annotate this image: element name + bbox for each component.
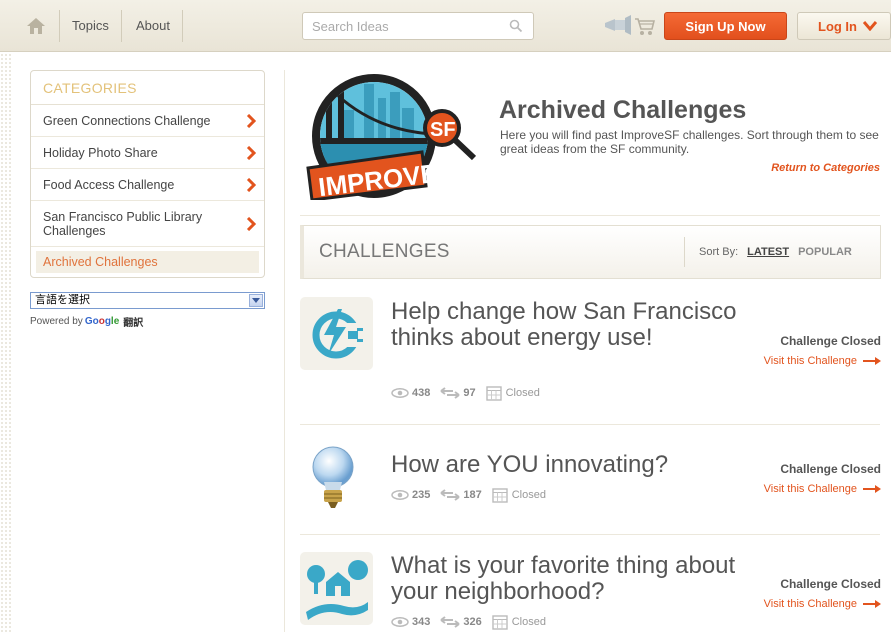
categories-title: CATEGORIES xyxy=(31,71,264,105)
calendar-icon xyxy=(485,386,502,401)
challenge-stats: 438 97 Closed xyxy=(391,385,540,401)
challenge-item: Help change how San Francisco thinks abo… xyxy=(300,297,881,417)
challenge-item: How are YOU innovating? 235 187 Closed C… xyxy=(300,440,881,520)
challenge-status: Challenge Closed xyxy=(780,462,881,476)
logo-badge: SF xyxy=(430,119,456,141)
dropdown-arrow-icon xyxy=(249,294,263,307)
challenge-title[interactable]: What is your favorite thing about your n… xyxy=(391,553,741,605)
search-icon[interactable] xyxy=(509,19,523,33)
chevron-right-icon xyxy=(246,113,256,128)
search-input[interactable] xyxy=(303,13,503,39)
language-select[interactable]: 言語を選択 xyxy=(30,292,265,309)
log-in-label: Log In xyxy=(818,18,857,34)
top-navigation-bar: Topics About Sign Up Now Log In xyxy=(0,0,891,52)
challenge-status: Challenge Closed xyxy=(780,334,881,348)
sidebar-item-label: Holiday Photo Share xyxy=(43,145,158,160)
visit-challenge-link[interactable]: Visit this Challenge xyxy=(764,483,881,495)
column-divider xyxy=(284,70,285,632)
challenges-header-bar: CHALLENGES Sort By: LATEST POPULAR xyxy=(300,225,881,279)
calendar-icon xyxy=(492,615,508,630)
calendar-icon xyxy=(492,488,508,503)
challenge-status: Challenge Closed xyxy=(780,577,881,591)
sort-controls: Sort By: LATEST POPULAR xyxy=(684,237,852,267)
return-to-categories-link[interactable]: Return to Categories xyxy=(771,162,880,174)
megaphone-cart-icon[interactable] xyxy=(603,14,655,38)
categories-panel: CATEGORIES Green Connections Challenge H… xyxy=(30,70,265,278)
powered-by-google-translate: Powered by Google 翻訳 xyxy=(30,314,143,329)
sort-by-label: Sort By: xyxy=(699,246,739,258)
share-count: 326 xyxy=(463,616,482,628)
arrow-right-icon xyxy=(863,357,881,365)
sidebar-item-label: Archived Challenges xyxy=(43,255,158,269)
sidebar-item-label: San Francisco Public Library Challenges xyxy=(43,209,203,238)
date-status: Closed xyxy=(511,616,546,628)
sidebar-item-holiday-photo[interactable]: Holiday Photo Share xyxy=(31,137,264,169)
chevron-right-icon xyxy=(246,145,256,160)
sidebar-item-sf-library[interactable]: San Francisco Public Library Challenges xyxy=(31,201,264,247)
nav-about-link[interactable]: About xyxy=(124,10,183,42)
energy-plug-icon[interactable] xyxy=(300,297,373,370)
share-arrows-icon xyxy=(440,616,460,628)
log-in-button[interactable]: Log In xyxy=(797,12,891,40)
item-divider xyxy=(300,534,880,535)
sidebar-item-food-access[interactable]: Food Access Challenge xyxy=(31,169,264,201)
nav-topics-link[interactable]: Topics xyxy=(60,10,122,42)
arrow-right-icon xyxy=(863,600,881,608)
left-decorative-strip xyxy=(0,53,12,632)
chevron-right-icon xyxy=(246,177,256,192)
improve-sf-logo[interactable]: IMPROVE SF xyxy=(302,70,482,202)
page-description: Here you will find past ImproveSF challe… xyxy=(500,128,879,156)
challenges-label: CHALLENGES xyxy=(319,241,450,262)
sidebar-item-green-connections[interactable]: Green Connections Challenge xyxy=(31,105,264,137)
header-divider xyxy=(300,215,880,216)
item-divider xyxy=(300,424,880,425)
lightbulb-icon[interactable] xyxy=(300,440,373,513)
share-count: 187 xyxy=(463,489,482,501)
chevron-right-icon xyxy=(246,216,256,231)
view-count: 343 xyxy=(412,616,431,628)
eye-icon xyxy=(391,490,409,500)
neighborhood-icon[interactable] xyxy=(300,552,373,625)
challenge-stats: 235 187 Closed xyxy=(391,487,546,503)
challenge-title[interactable]: Help change how San Francisco thinks abo… xyxy=(391,299,741,351)
challenge-item: What is your favorite thing about your n… xyxy=(300,550,881,632)
chevron-down-icon xyxy=(863,21,877,31)
view-count: 438 xyxy=(412,387,431,399)
challenge-title[interactable]: How are YOU innovating? xyxy=(391,452,741,478)
visit-challenge-label: Visit this Challenge xyxy=(763,483,857,495)
challenge-stats: 343 326 Closed xyxy=(391,614,546,630)
visit-challenge-label: Visit this Challenge xyxy=(763,355,857,367)
date-status: Closed xyxy=(511,489,546,501)
language-select-value: 言語を選択 xyxy=(35,294,90,306)
sort-popular-link[interactable]: POPULAR xyxy=(798,246,852,258)
date-status: Closed xyxy=(505,387,540,399)
share-count: 97 xyxy=(463,387,476,399)
sidebar-item-label: Food Access Challenge xyxy=(43,177,175,192)
page-title: Archived Challenges xyxy=(499,96,747,124)
arrow-right-icon xyxy=(863,485,881,493)
search-box xyxy=(302,12,534,40)
visit-challenge-label: Visit this Challenge xyxy=(763,598,857,610)
sidebar-item-label: Green Connections Challenge xyxy=(43,113,211,128)
eye-icon xyxy=(391,388,409,398)
sort-latest-link[interactable]: LATEST xyxy=(747,246,789,258)
google-logo[interactable]: Google xyxy=(85,316,119,327)
home-icon xyxy=(26,18,45,34)
powered-by-label: Powered by xyxy=(30,316,83,327)
visit-challenge-link[interactable]: Visit this Challenge xyxy=(764,355,881,367)
eye-icon xyxy=(391,617,409,627)
share-arrows-icon xyxy=(440,489,460,501)
translate-label[interactable]: 翻訳 xyxy=(123,314,143,329)
sidebar-item-archived[interactable]: Archived Challenges xyxy=(36,251,259,273)
share-arrows-icon xyxy=(440,387,460,399)
visit-challenge-link[interactable]: Visit this Challenge xyxy=(764,598,881,610)
home-button[interactable] xyxy=(12,10,60,42)
sign-up-button[interactable]: Sign Up Now xyxy=(664,12,787,40)
view-count: 235 xyxy=(412,489,431,501)
